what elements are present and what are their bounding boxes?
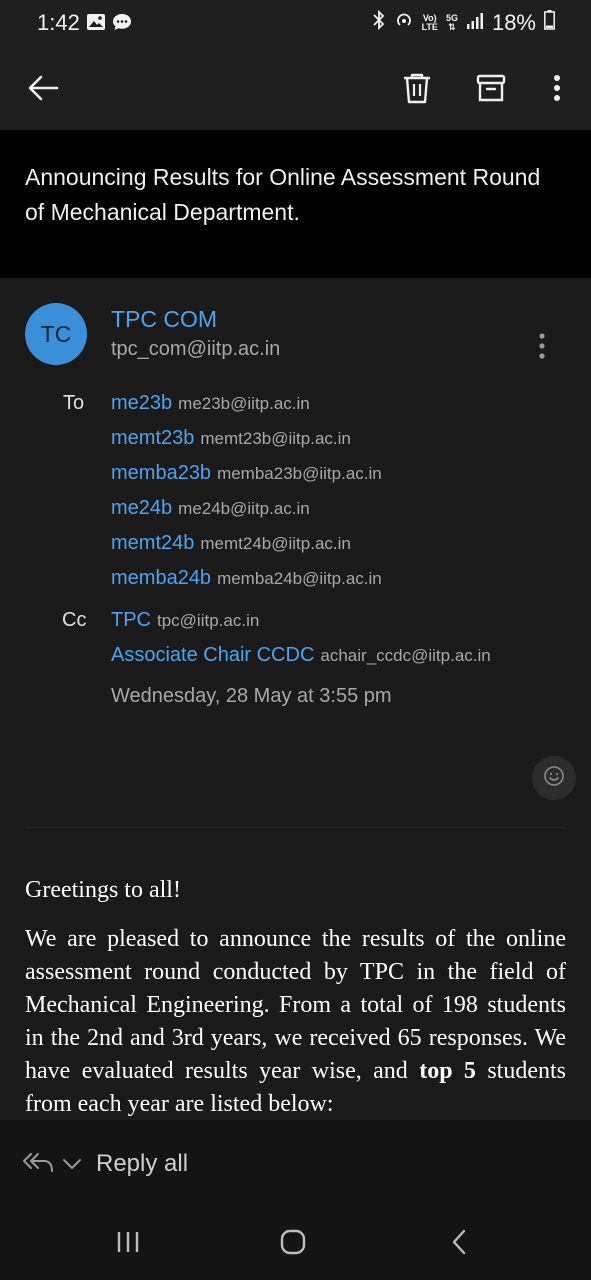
volte-indicator: Vo) LTE: [421, 13, 438, 32]
system-back-button[interactable]: [437, 1226, 481, 1262]
reply-all-button[interactable]: Reply all: [96, 1150, 188, 1178]
email-body: Greetings to all! We are pleased to anno…: [25, 874, 566, 1120]
recipient-email: tpc@iitp.ac.in: [157, 611, 260, 630]
recipient-name: memba24b: [111, 567, 212, 589]
hotspot-icon: [394, 10, 414, 36]
recipient-to[interactable]: memt24b memt24b@iitp.ac.in: [111, 532, 351, 555]
recipient-cc[interactable]: Associate Chair CCDC achair_ccdc@iitp.ac.…: [111, 644, 491, 667]
recipient-email: memt24b@iitp.ac.in: [200, 534, 351, 553]
cc-label: Cc: [62, 609, 87, 631]
home-button[interactable]: [271, 1226, 315, 1262]
recipient-email: me24b@iitp.ac.in: [178, 499, 310, 518]
more-options-button[interactable]: [535, 68, 579, 112]
gallery-notification-icon: [86, 12, 106, 37]
smiley-icon: [543, 765, 565, 792]
recipient-name: memt23b: [111, 427, 195, 449]
delete-button[interactable]: [395, 68, 439, 112]
recipient-to[interactable]: me24b me24b@iitp.ac.in: [111, 497, 310, 520]
message-options-button[interactable]: [526, 332, 558, 364]
archive-button[interactable]: [469, 68, 513, 112]
trash-icon: [402, 72, 432, 109]
recipient-name: me23b: [111, 392, 173, 414]
battery-icon: [544, 10, 555, 36]
system-nav-bar: [0, 1208, 591, 1280]
chevron-down-icon: [62, 1157, 82, 1175]
more-vert-icon: [539, 332, 545, 364]
recipient-name: memba23b: [111, 462, 212, 484]
battery-level: 18%: [491, 10, 536, 35]
recipient-to[interactable]: memt23b memt23b@iitp.ac.in: [111, 427, 351, 450]
divider: [25, 827, 566, 828]
body-greeting: Greetings to all!: [25, 877, 181, 903]
sender-name[interactable]: TPC COM: [111, 306, 217, 333]
home-icon: [280, 1229, 306, 1260]
recipient-email: me23b@iitp.ac.in: [178, 394, 310, 413]
status-time: 1:42: [37, 10, 80, 35]
chevron-left-icon: [451, 1229, 467, 1260]
recipient-email: memba24b@iitp.ac.in: [217, 569, 382, 588]
email-card: TC TPC COM tpc_com@iitp.ac.in To me23b me…: [0, 278, 591, 1120]
recipient-email: memt23b@iitp.ac.in: [200, 429, 351, 448]
to-label: To: [63, 392, 85, 414]
reply-mode-selector[interactable]: [22, 1152, 82, 1179]
reply-bar: Reply all: [0, 1120, 591, 1208]
bluetooth-icon: [372, 9, 386, 36]
subject-area: Announcing Results for Online Assessment…: [0, 130, 591, 276]
recent-apps-button[interactable]: [106, 1226, 150, 1262]
avatar[interactable]: TC: [25, 303, 87, 365]
signal-icon: [466, 10, 484, 36]
message-notification-icon: [112, 12, 132, 37]
network-type-indicator: 5G ⇅: [445, 13, 458, 32]
recipient-cc[interactable]: TPC tpc@iitp.ac.in: [111, 609, 259, 632]
recipient-to[interactable]: memba24b memba24b@iitp.ac.in: [111, 567, 382, 590]
recipient-name: TPC: [111, 609, 151, 631]
sender-email: tpc_com@iitp.ac.in: [111, 338, 281, 360]
body-paragraph: We are pleased to announce the results o…: [25, 926, 566, 1117]
body-bold-text: top 5: [419, 1058, 476, 1084]
recipient-to[interactable]: me23b me23b@iitp.ac.in: [111, 392, 310, 415]
recipient-name: Associate Chair CCDC: [111, 644, 315, 666]
email-date: Wednesday, 28 May at 3:55 pm: [111, 685, 392, 707]
add-reaction-button[interactable]: [532, 756, 576, 800]
more-vert-icon: [553, 74, 561, 107]
back-arrow-icon: [27, 74, 59, 107]
recipient-email: achair_ccdc@iitp.ac.in: [320, 646, 491, 665]
recipient-to[interactable]: memba23b memba23b@iitp.ac.in: [111, 462, 382, 485]
archive-icon: [476, 74, 506, 107]
recipient-name: me24b: [111, 497, 173, 519]
reply-all-icon: [22, 1152, 54, 1179]
recipient-name: memt24b: [111, 532, 195, 554]
app-bar: [0, 48, 591, 130]
recent-apps-icon: [116, 1231, 140, 1258]
email-subject: Announcing Results for Online Assessment…: [25, 164, 541, 225]
back-button[interactable]: [21, 68, 65, 112]
recipient-email: memba23b@iitp.ac.in: [217, 464, 382, 483]
status-bar: 1:42 Vo) LTE 5G ⇅ 18%: [0, 0, 591, 48]
